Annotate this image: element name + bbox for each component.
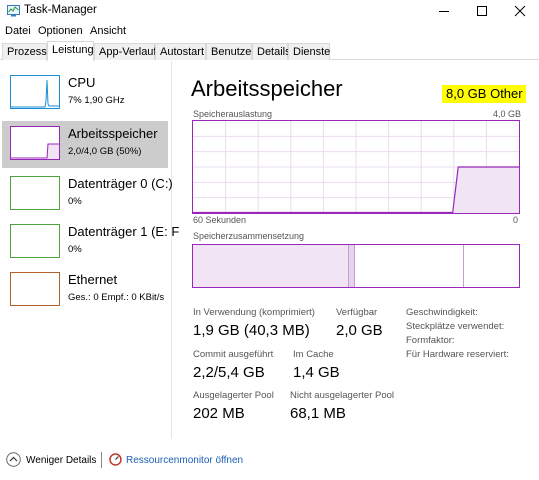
resource-cpu[interactable]: CPU 7% 1,90 GHz xyxy=(2,70,168,117)
composition-modified xyxy=(349,245,355,287)
slots-label: Steckplätze verwendet: xyxy=(406,321,505,332)
cpu-mini-graph xyxy=(11,79,59,108)
menu-ansicht[interactable]: Ansicht xyxy=(90,25,126,37)
tab-strip: Prozesse Leistung App-Verlauf Autostart … xyxy=(0,41,539,61)
paged-pool-value: 202 MB xyxy=(193,405,245,422)
maximize-button[interactable] xyxy=(464,0,500,22)
tab-leistung[interactable]: Leistung xyxy=(47,41,94,61)
in-use-value: 1,9 GB (40,3 MB) xyxy=(193,322,310,339)
committed-value: 2,2/5,4 GB xyxy=(193,364,265,381)
composition-label: Speicherzusammensetzung xyxy=(193,231,305,241)
window-title: Task-Manager xyxy=(24,4,97,16)
memory-usage-chart xyxy=(193,121,519,213)
resource-name: Datenträger 0 (C:) xyxy=(68,176,173,191)
resource-name: Arbeitsspeicher xyxy=(68,126,158,141)
maximize-icon xyxy=(477,6,487,16)
resource-name: Datenträger 1 (E: F xyxy=(68,224,180,239)
reserved-label: Für Hardware reserviert: xyxy=(406,349,509,360)
committed-label: Commit ausgeführt xyxy=(193,349,274,360)
resource-sub: 0% xyxy=(68,196,82,207)
footer-divider xyxy=(101,452,102,468)
resource-ethernet[interactable]: Ethernet Ges.: 0 Empf.: 0 KBit/s xyxy=(2,267,168,314)
ethernet-thumbnail xyxy=(10,272,60,306)
resource-monitor-icon xyxy=(109,453,122,466)
resource-memory[interactable]: Arbeitsspeicher 2,0/4,0 GB (50%) xyxy=(2,121,168,168)
minimize-button[interactable] xyxy=(426,0,462,22)
resource-list: CPU 7% 1,90 GHz Arbeitsspeicher 2,0/4,0 … xyxy=(0,61,179,439)
title-bar: Task-Manager xyxy=(0,0,539,22)
speed-label: Geschwindigkeit: xyxy=(406,307,478,318)
open-resource-monitor-link[interactable]: Ressourcenmonitor öffnen xyxy=(126,455,243,466)
usage-graph-max: 4,0 GB xyxy=(493,109,522,119)
resource-sub: 0% xyxy=(68,244,82,255)
in-use-label: In Verwendung (komprimiert) xyxy=(193,307,315,318)
time-axis-end: 0 xyxy=(513,215,519,225)
total-memory-label: 8,0 GB Other xyxy=(442,85,526,103)
minimize-icon xyxy=(439,11,449,12)
nonpaged-pool-label: Nicht ausgelagerter Pool xyxy=(290,390,395,401)
cached-label: Im Cache xyxy=(293,349,334,360)
resource-sub: 7% 1,90 GHz xyxy=(68,95,125,106)
menu-optionen[interactable]: Optionen xyxy=(38,25,83,37)
memory-usage-graph xyxy=(192,120,520,214)
disk1-thumbnail xyxy=(10,224,60,258)
tab-benutzer[interactable]: Benutzer xyxy=(206,43,255,60)
chevron-up-icon[interactable] xyxy=(6,452,21,467)
memory-composition-bar xyxy=(192,244,520,288)
resource-name: Ethernet xyxy=(68,272,118,287)
resource-disk-1[interactable]: Datenträger 1 (E: F 0% xyxy=(2,219,179,266)
available-value: 2,0 GB xyxy=(336,322,383,339)
form-factor-label: Formfaktor: xyxy=(406,335,455,346)
menu-datei[interactable]: Datei xyxy=(5,25,31,37)
composition-in-use xyxy=(193,245,349,287)
memory-mini-graph xyxy=(11,143,59,159)
tab-app-verlauf[interactable]: App-Verlauf xyxy=(94,43,156,60)
usage-graph-label: Speicherauslastung xyxy=(193,109,273,119)
close-icon xyxy=(514,5,526,17)
composition-divider xyxy=(463,245,464,287)
time-axis-start: 60 Sekunden xyxy=(193,215,247,225)
task-manager-icon xyxy=(7,5,20,17)
disk0-thumbnail xyxy=(10,176,60,210)
page-title: Arbeitsspeicher xyxy=(191,76,343,101)
paged-pool-label: Ausgelagerter Pool xyxy=(193,390,274,401)
tab-dienste[interactable]: Dienste xyxy=(288,43,330,60)
resource-name: CPU xyxy=(68,75,96,90)
close-button[interactable] xyxy=(502,0,538,22)
cached-value: 1,4 GB xyxy=(293,364,340,381)
nonpaged-pool-value: 68,1 MB xyxy=(290,405,346,422)
resource-sub: Ges.: 0 Empf.: 0 KBit/s xyxy=(68,292,165,303)
available-label: Verfügbar xyxy=(336,307,378,318)
tab-details[interactable]: Details xyxy=(252,43,291,60)
resource-disk-0[interactable]: Datenträger 0 (C:) 0% xyxy=(2,171,173,218)
cpu-thumbnail xyxy=(10,75,60,109)
tab-autostart[interactable]: Autostart xyxy=(155,43,206,60)
resource-sub: 2,0/4,0 GB (50%) xyxy=(68,146,142,157)
tab-prozesse[interactable]: Prozesse xyxy=(2,43,53,60)
memory-thumbnail xyxy=(10,126,60,160)
fewer-details-button[interactable]: Weniger Details xyxy=(26,455,96,466)
